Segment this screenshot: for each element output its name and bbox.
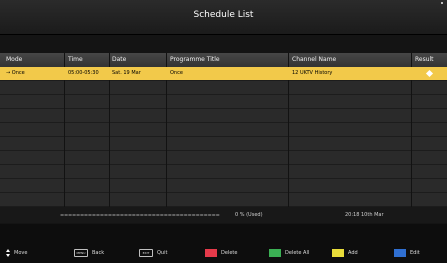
delete-label: Delete [221, 250, 238, 256]
move-hint[interactable]: Move [6, 249, 27, 257]
quit-label: Quit [157, 250, 168, 256]
footer-key-legend: Move MENU Back EXIT Quit Delete Delete All… [0, 224, 447, 263]
header-time: Time [68, 56, 83, 63]
add-label: Add [348, 250, 358, 256]
green-key-icon [269, 249, 281, 257]
table-row[interactable]: → Once 05:00-05:30 Sat. 19 Mar Once 12 U… [0, 67, 447, 80]
result-diamond-icon [425, 69, 434, 78]
title-bar: Schedule List [0, 0, 447, 35]
edit-label: Edit [410, 250, 420, 256]
table-header: Mode Time Date Programme Title Channel N… [0, 53, 447, 67]
red-key-icon [205, 249, 217, 257]
blue-key-icon [394, 249, 406, 257]
cell-channel-name: 12 UKTV History [292, 70, 333, 76]
delete-all-hint[interactable]: Delete All [269, 249, 309, 257]
header-result: Result [415, 56, 434, 63]
header-mode: Mode [6, 56, 23, 63]
current-datetime: 20:18 10th Mar [345, 212, 384, 218]
corner-dot [441, 2, 443, 4]
cell-time: 05:00-05:30 [68, 70, 99, 76]
back-hint[interactable]: MENU Back [74, 249, 104, 257]
exit-key-icon: EXIT [139, 249, 153, 257]
header-channel-name: Channel Name [292, 56, 337, 63]
back-label: Back [92, 250, 105, 256]
cell-date: Sat. 19 Mar [112, 70, 141, 76]
cell-programme-title: Once [170, 70, 183, 76]
up-down-arrow-icon [6, 249, 11, 257]
header-programme-title: Programme Title [170, 56, 220, 63]
cell-mode: → Once [6, 70, 25, 76]
edit-hint[interactable]: Edit [394, 249, 420, 257]
storage-usage: 0 % (Used) [235, 212, 263, 218]
schedule-list-screen: Schedule List Mode Time Date Programme T… [0, 0, 447, 263]
header-date: Date [112, 56, 127, 63]
delete-hint[interactable]: Delete [205, 249, 237, 257]
status-bar: ========================================… [0, 207, 447, 223]
storage-progress-bar: ======================================== [60, 213, 220, 219]
page-title: Schedule List [193, 10, 254, 20]
delete-all-label: Delete All [285, 250, 310, 256]
schedule-table [0, 67, 447, 207]
quit-hint[interactable]: EXIT Quit [139, 249, 167, 257]
move-label: Move [14, 250, 28, 256]
yellow-key-icon [332, 249, 344, 257]
add-hint[interactable]: Add [332, 249, 358, 257]
menu-key-icon: MENU [74, 249, 88, 257]
